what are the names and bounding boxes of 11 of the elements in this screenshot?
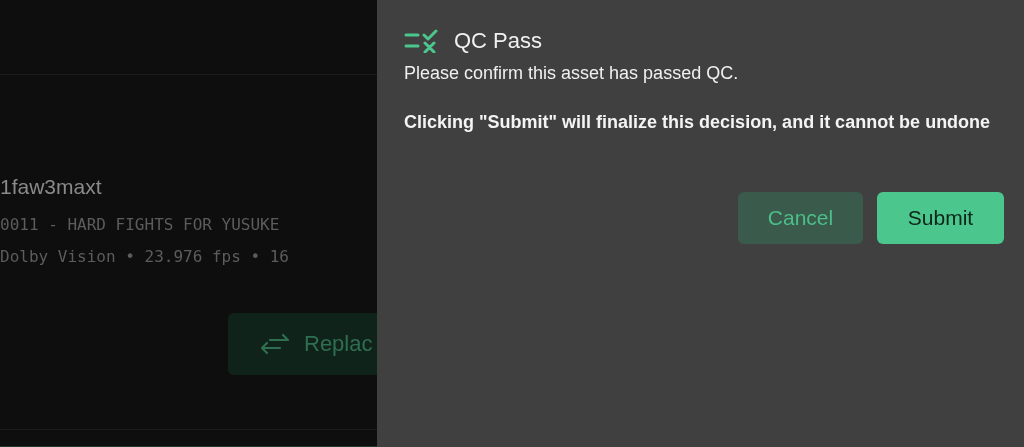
- checklist-icon: [404, 29, 438, 53]
- submit-button[interactable]: Submit: [877, 192, 1004, 244]
- swap-arrows-icon: [260, 333, 290, 355]
- warning-text: Clicking "Submit" will finalize this decision, and it cannot be undone: [404, 111, 992, 134]
- asset-id: 1faw3maxt: [0, 174, 103, 200]
- dialog-title: QC Pass: [454, 27, 543, 55]
- cancel-button[interactable]: Cancel: [738, 192, 863, 244]
- video-specs: Dolby Vision • 23.976 fps • 16: [0, 246, 290, 268]
- dialog-message: Please confirm this asset has passed QC.: [404, 62, 740, 85]
- episode-title: 0011 - HARD FIGHTS FOR YUSUKE: [0, 214, 281, 236]
- replace-button[interactable]: Replac: [228, 313, 377, 375]
